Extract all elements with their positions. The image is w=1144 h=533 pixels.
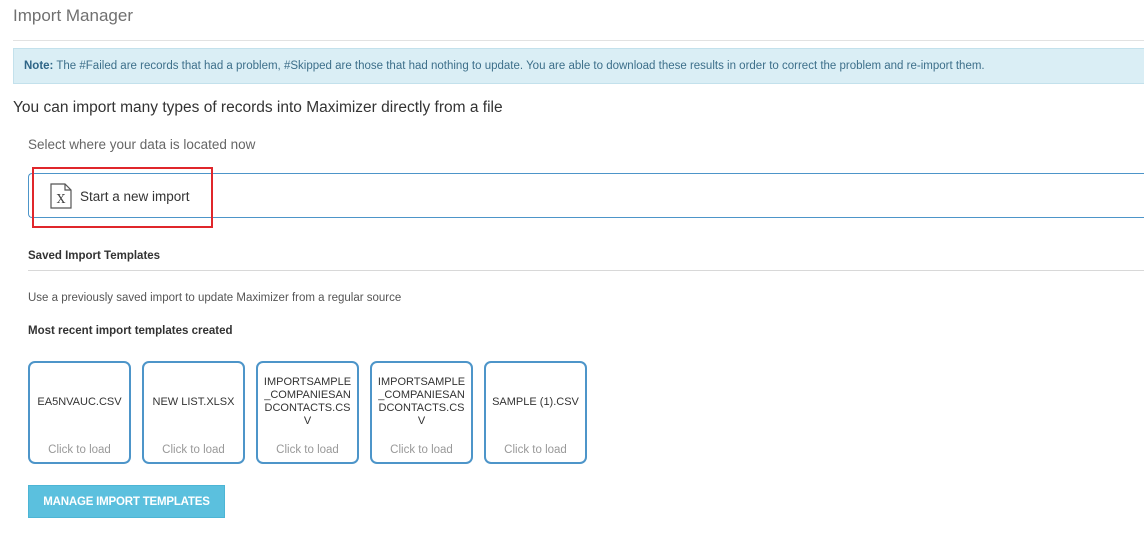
saved-templates-heading: Saved Import Templates — [28, 250, 161, 262]
click-to-load-label: Click to load — [276, 444, 339, 456]
template-card[interactable]: IMPORTSAMPLE_COMPANIESANDCONTACTS.CSV Cl… — [370, 361, 473, 464]
note-label: Note: — [24, 60, 54, 72]
template-card[interactable]: IMPORTSAMPLE_COMPANIESANDCONTACTS.CSV Cl… — [256, 361, 359, 464]
note-banner: Note: The #Failed are records that had a… — [13, 48, 1144, 84]
click-to-load-label: Click to load — [504, 444, 567, 456]
note-text: The #Failed are records that had a probl… — [53, 60, 985, 72]
template-name: NEW LIST.XLSX — [152, 395, 235, 408]
template-name: IMPORTSAMPLE_COMPANIESANDCONTACTS.CSV — [263, 376, 352, 427]
data-location-prompt: Select where your data is located now — [28, 137, 256, 152]
saved-templates-description: Use a previously saved import to update … — [28, 292, 402, 304]
template-card-list: EA5NVAUC.CSV Click to load NEW LIST.XLSX… — [28, 361, 587, 464]
click-to-load-label: Click to load — [162, 444, 225, 456]
page-title: Import Manager — [13, 6, 133, 25]
template-card[interactable]: SAMPLE (1).CSV Click to load — [484, 361, 587, 464]
section-divider — [28, 270, 1144, 271]
recent-templates-heading: Most recent import templates created — [28, 325, 233, 337]
highlight-annotation — [32, 167, 213, 228]
template-card[interactable]: NEW LIST.XLSX Click to load — [142, 361, 245, 464]
template-name: IMPORTSAMPLE_COMPANIESANDCONTACTS.CSV — [377, 376, 466, 427]
title-divider — [13, 40, 1144, 41]
click-to-load-label: Click to load — [48, 444, 111, 456]
import-headline: You can import many types of records int… — [13, 99, 503, 116]
click-to-load-label: Click to load — [390, 444, 453, 456]
manage-import-templates-button[interactable]: MANAGE IMPORT TEMPLATES — [28, 485, 225, 518]
template-name: SAMPLE (1).CSV — [492, 395, 579, 408]
template-name: EA5NVAUC.CSV — [37, 395, 122, 408]
template-card[interactable]: EA5NVAUC.CSV Click to load — [28, 361, 131, 464]
